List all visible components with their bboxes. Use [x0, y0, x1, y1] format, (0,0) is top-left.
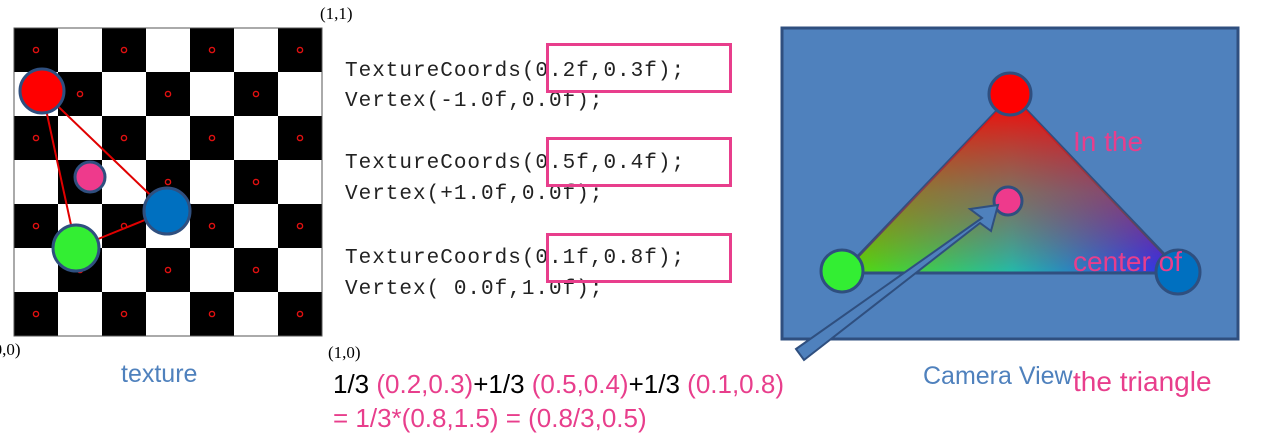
camera-view-caption: Camera View — [923, 362, 1073, 390]
board-square — [234, 248, 278, 292]
texture-caption: texture — [121, 360, 198, 388]
texture-corner-bottom-right: (1,0) — [328, 343, 361, 362]
texture-vertex-blue — [142, 186, 192, 236]
texture-vertex-red — [18, 67, 66, 115]
center-annotation-line: the triangle — [1073, 366, 1212, 397]
camera-vertex-green — [819, 248, 865, 294]
coords-fn: TextureCoords — [345, 152, 522, 175]
board-square — [102, 28, 146, 72]
checkerboard — [13, 27, 323, 337]
board-square — [278, 204, 322, 248]
center-annotation-line: center of — [1073, 246, 1182, 277]
board-square — [278, 28, 322, 72]
formula-term: +1/3 — [628, 369, 688, 399]
texture-center-point — [73, 160, 107, 194]
board-square — [190, 292, 234, 336]
board-square — [278, 292, 322, 336]
board-square — [190, 204, 234, 248]
coords-highlight-1 — [546, 43, 732, 93]
formula-coord: (0.5,0.4) — [531, 369, 629, 399]
camera-center-point — [992, 185, 1024, 217]
formula-term: +1/3 — [473, 369, 532, 399]
coords-fn: TextureCoords — [345, 247, 522, 270]
formula-coord: (0.1,0.8) — [687, 369, 784, 399]
slide: { "texture": { "corner_top_right": "(1,1… — [0, 0, 1266, 433]
formula-term: 1/3 — [333, 369, 377, 399]
board-square — [14, 28, 58, 72]
texture-diagram — [13, 27, 323, 337]
formula-line-2: = 1/3*(0.8,1.5) = (0.8/3,0.5) — [333, 403, 647, 433]
board-square — [146, 72, 190, 116]
camera-vertex-red — [987, 71, 1033, 117]
formula-line-1: 1/3 (0.2,0.3)+1/3 (0.5,0.4)+1/3 (0.1,0.8… — [333, 369, 784, 400]
board-square — [14, 292, 58, 336]
board-square — [14, 204, 58, 248]
board-square — [190, 116, 234, 160]
formula-coord: (0.2,0.3) — [376, 369, 474, 399]
coords-highlight-3 — [546, 233, 732, 283]
board-square — [234, 72, 278, 116]
coords-highlight-2 — [546, 137, 732, 187]
center-annotation-line: In the — [1073, 126, 1144, 157]
board-square — [146, 248, 190, 292]
code-line-vertex-1: Vertex(-1.0f,0.0f); — [345, 90, 604, 113]
board-square — [278, 116, 322, 160]
board-square — [102, 292, 146, 336]
texture-vertex-green — [51, 223, 101, 273]
board-square — [234, 160, 278, 204]
board-square — [190, 28, 234, 72]
texture-corner-top-right: (1,1) — [320, 4, 353, 23]
texture-corner-bottom-left: (0,0) — [0, 340, 21, 359]
coords-fn: TextureCoords — [345, 60, 522, 83]
board-square — [102, 116, 146, 160]
center-annotation: In the center of the triangle — [1073, 42, 1212, 442]
board-square — [102, 204, 146, 248]
